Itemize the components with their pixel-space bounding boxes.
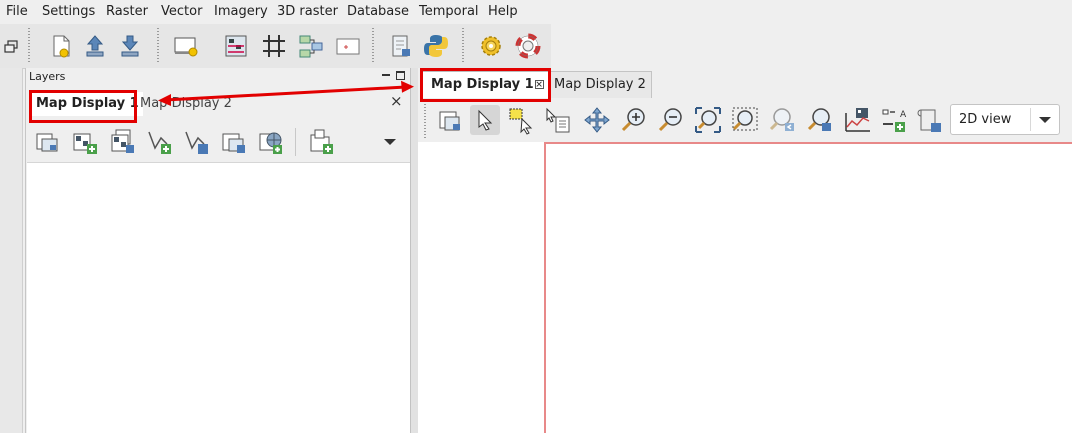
annotation-arrow xyxy=(158,80,414,106)
